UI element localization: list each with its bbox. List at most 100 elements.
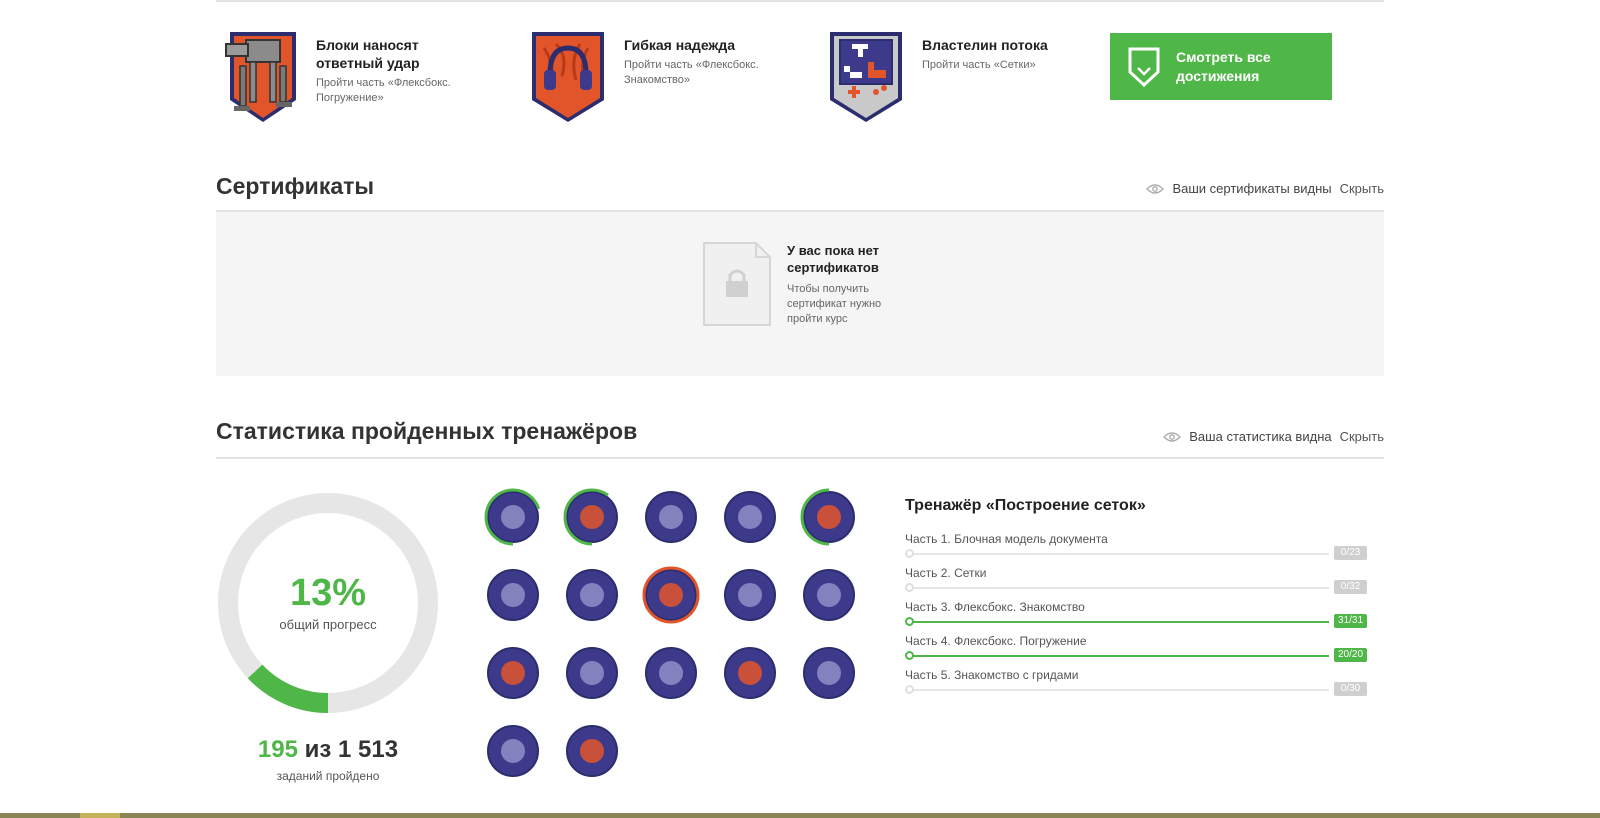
diving-helmet-icon — [800, 488, 858, 546]
walker-robot-badge-icon — [225, 32, 296, 122]
constellation-icon — [803, 647, 855, 699]
chainsaw-icon — [487, 725, 539, 777]
trainer-part-row[interactable]: Часть 4. Флексбокс. Погружение 20/20 — [905, 634, 1367, 662]
view-all-achievements-button[interactable]: Смотреть все достижения — [1110, 33, 1332, 100]
certificates-heading: Сертификаты — [216, 173, 375, 199]
bottom-bar-segment — [80, 813, 120, 818]
trainer-part-row[interactable]: Часть 3. Флексбокс. Знакомство 31/31 — [905, 600, 1367, 628]
bottom-bar — [0, 813, 1600, 818]
trainer-part-progress-badge: 0/23 — [1334, 546, 1367, 560]
statistics-visibility: Ваша статистика видна Скрыть — [1163, 429, 1384, 444]
progress-label: общий прогресс — [279, 617, 377, 632]
trainer-part-row[interactable]: Часть 2. Сетки 0/32 — [905, 566, 1367, 594]
no-certificates-title: У вас пока нет сертификатов — [787, 243, 880, 275]
hide-statistics-link[interactable]: Скрыть — [1340, 429, 1384, 444]
trainer-part-track — [909, 655, 1329, 657]
achievement-title: Блоки наносят ответный удар — [316, 37, 420, 71]
trainer-badge[interactable] — [721, 566, 779, 624]
tasks-done: 195 — [257, 736, 298, 763]
no-certificates-desc: Чтобы получить сертификат нужно пройти к… — [787, 283, 882, 325]
football-field-icon — [642, 566, 700, 624]
trainer-badge[interactable] — [484, 488, 542, 546]
spinning-top-icon — [645, 491, 697, 543]
clapperboard-icon — [724, 491, 776, 543]
achievement-desc: Пройти часть «Флексбокс. Знакомство» — [624, 59, 759, 86]
trainer-part-row[interactable]: Часть 5. Знакомство с гридами 0/30 — [905, 668, 1367, 696]
trainer-part-fill — [909, 621, 1329, 623]
trainer-part-progress-badge: 31/31 — [1334, 614, 1367, 628]
top-divider — [216, 0, 1384, 2]
trainer-part-progress-badge: 0/30 — [1334, 682, 1367, 696]
trainer-badge[interactable] — [563, 644, 621, 702]
statistics-divider — [216, 457, 1384, 459]
trainer-badge[interactable] — [800, 488, 858, 546]
tasks-total: 1 513 — [338, 736, 399, 763]
tasks-count: 195 из 1 513 — [216, 736, 440, 764]
trainer-part-track — [909, 621, 1329, 623]
trainer-part-row[interactable]: Часть 1. Блочная модель документа 0/23 — [905, 532, 1367, 560]
rubik-cube-icon — [645, 647, 697, 699]
trainer-part-label: Часть 4. Флексбокс. Погружение — [905, 634, 1087, 648]
trainer-badge[interactable] — [563, 488, 621, 546]
statistics-heading: Статистика пройденных тренажёров — [216, 418, 638, 444]
view-all-achievements-label: Смотреть все достижения — [1176, 48, 1271, 84]
trainer-part-label: Часть 2. Сетки — [905, 566, 987, 580]
trainer-part-dot — [905, 549, 914, 558]
cursor-pie-icon — [566, 647, 618, 699]
anvil-icon — [803, 569, 855, 621]
achievement-item[interactable]: Властелин потока Пройти часть «Сетки» — [822, 26, 1082, 136]
trainer-part-fill — [909, 655, 1329, 657]
trainer-badge[interactable] — [642, 566, 700, 624]
robot-remote-icon — [724, 647, 776, 699]
achievement-desc: Пройти часть «Сетки» — [922, 59, 1036, 71]
locked-document-icon — [703, 242, 771, 326]
progress-percent: 13% — [289, 572, 367, 614]
trainer-badge[interactable] — [484, 722, 542, 780]
trainer-badge[interactable] — [563, 566, 621, 624]
achievement-item[interactable]: Блоки наносят ответный удар Пройти часть… — [216, 26, 476, 136]
trainer-badge[interactable] — [642, 488, 700, 546]
statistics-visibility-text: Ваша статистика видна — [1189, 429, 1332, 444]
trainer-part-label: Часть 1. Блочная модель документа — [905, 532, 1108, 546]
trainer-badge[interactable] — [721, 644, 779, 702]
hide-certificates-link[interactable]: Скрыть — [1340, 181, 1384, 196]
trainer-badge[interactable] — [721, 488, 779, 546]
trainer-badge[interactable] — [484, 644, 542, 702]
trainer-part-track — [909, 587, 1329, 589]
trainer-badge[interactable] — [800, 566, 858, 624]
trainer-part-track — [909, 553, 1329, 555]
shield-icon — [1128, 47, 1160, 87]
traffic-light-icon — [484, 488, 542, 546]
trainer-badge[interactable] — [484, 566, 542, 624]
trainer-part-progress-badge: 20/20 — [1334, 648, 1367, 662]
trainer-badge[interactable] — [800, 644, 858, 702]
achievement-title: Гибкая надежда — [624, 37, 736, 53]
trainer-part-dot — [905, 685, 914, 694]
certificates-visibility: Ваши сертификаты видны Скрыть — [1146, 181, 1384, 196]
trainer-title: Тренажёр «Построение сеток» — [905, 497, 1146, 514]
letter-t-icon — [566, 725, 618, 777]
trainer-part-dot — [905, 583, 914, 592]
game-console-badge-icon — [830, 32, 902, 122]
achievement-title: Властелин потока — [922, 37, 1048, 53]
achievement-desc: Пройти часть «Флексбокс. Погружение» — [316, 77, 451, 104]
trainer-part-progress-badge: 0/32 — [1334, 580, 1367, 594]
trainer-badge[interactable] — [642, 644, 700, 702]
fox-cat-icon — [487, 647, 539, 699]
hand-icon — [563, 488, 621, 546]
eye-icon — [1146, 183, 1165, 194]
trainer-part-label: Часть 5. Знакомство с гридами — [905, 668, 1079, 682]
curly-braces-icon — [487, 569, 539, 621]
fox-icon — [566, 569, 618, 621]
trainer-part-track — [909, 689, 1329, 691]
trainer-badge[interactable] — [563, 722, 621, 780]
paint-brush-icon — [724, 569, 776, 621]
tasks-count-label: заданий пройдено — [276, 769, 380, 783]
certificates-visibility-text: Ваши сертификаты видны — [1172, 181, 1332, 196]
achievement-item[interactable]: Гибкая надежда Пройти часть «Флексбокс. … — [524, 26, 784, 136]
certificates-empty-panel: У вас пока нет сертификатов Чтобы получи… — [216, 212, 1384, 376]
trainer-part-label: Часть 3. Флексбокс. Знакомство — [905, 600, 1085, 614]
eye-icon — [1163, 431, 1182, 442]
headphones-badge-icon — [532, 32, 604, 122]
trainer-part-dot — [905, 651, 914, 660]
